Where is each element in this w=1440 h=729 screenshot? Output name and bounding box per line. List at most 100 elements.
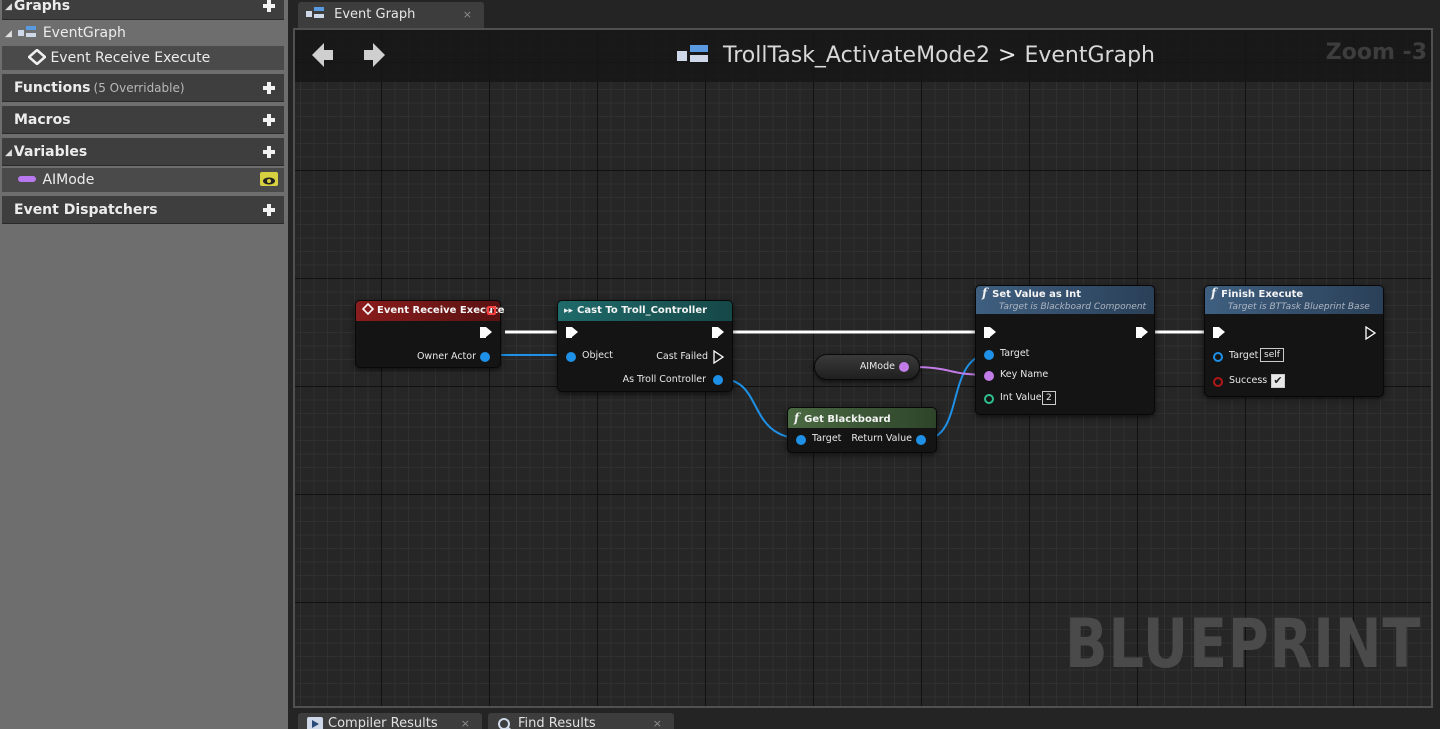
event-dispatchers-label: Event Dispatchers (14, 202, 158, 218)
pin-label-success: Success (1229, 375, 1268, 386)
exec-output-pin[interactable] (712, 326, 724, 340)
graph-viewport[interactable]: Event Receive Execute Owner Actor ▸▸ Cast… (293, 28, 1433, 708)
variables-label: Variables (13, 144, 88, 160)
compiler-icon (307, 717, 323, 729)
target-input-pin[interactable] (796, 435, 806, 445)
event-delegate-pin-icon[interactable] (487, 306, 496, 315)
target-input-pin[interactable] (1213, 352, 1223, 362)
breadcrumb: TrollTask_ActivateMode2 > EventGraph (677, 42, 1155, 70)
back-arrow-icon[interactable] (312, 42, 336, 68)
graphs-section-header[interactable]: ◢ Graphs (2, 0, 284, 20)
node-title: Set Value as Int (992, 289, 1081, 300)
eye-icon (263, 177, 275, 185)
add-variable-button[interactable] (260, 143, 278, 161)
close-tab-icon[interactable]: × (461, 713, 470, 729)
node-header[interactable]: f Get Blackboard (788, 408, 936, 428)
exec-output-pin[interactable] (1136, 326, 1148, 340)
breadcrumb-blueprint[interactable]: TrollTask_ActivateMode2 (723, 43, 990, 68)
tree-item-label: EventGraph (42, 25, 126, 41)
blueprint-watermark: BLUEPRINT (1064, 605, 1421, 684)
event-dispatchers-section-header[interactable]: Event Dispatchers (2, 196, 284, 224)
pin-label-owner-actor: Owner Actor (416, 351, 476, 362)
node-set-value-as-int[interactable]: f Set Value as Int Target is Blackboard C… (975, 285, 1155, 415)
expand-triangle-icon[interactable]: ◢ (5, 2, 12, 12)
event-graph-icon (306, 7, 324, 18)
target-input-pin[interactable] (984, 350, 994, 360)
forward-arrow-icon[interactable] (364, 42, 388, 68)
graph-editor-area: Event Graph × Event Receive Execute Owne… (288, 0, 1440, 729)
add-event-dispatcher-button[interactable] (260, 201, 278, 219)
pin-label-target: Target (1000, 348, 1030, 359)
expand-triangle-icon[interactable]: ◢ (5, 148, 12, 158)
functions-label: Functions (14, 80, 91, 96)
variable-type-pill-icon (18, 176, 36, 182)
exec-input-pin[interactable] (566, 326, 578, 340)
aimode-output-pin[interactable] (899, 362, 909, 372)
zoom-level: Zoom -3 (1325, 40, 1427, 65)
node-header[interactable]: f Finish Execute Target is BTTask Bluepri… (1205, 286, 1383, 314)
success-checkbox[interactable]: ✔ (1271, 374, 1285, 388)
pin-label-as-troll-controller: As Troll Controller (622, 374, 706, 385)
node-finish-execute[interactable]: f Finish Execute Target is BTTask Bluepri… (1204, 285, 1384, 397)
add-graph-button[interactable] (260, 0, 278, 15)
pin-label-int-value: Int Value (1000, 392, 1042, 403)
node-title: Cast To Troll_Controller (577, 305, 708, 316)
exec-output-pin[interactable] (480, 326, 492, 340)
node-header[interactable]: f Set Value as Int Target is Blackboard C… (976, 286, 1154, 314)
pin-label-object: Object (582, 350, 613, 361)
variables-section-header[interactable]: ◢ Variables (2, 138, 284, 166)
close-tab-icon[interactable]: × (463, 2, 472, 28)
node-header[interactable]: Event Receive Execute (356, 301, 505, 321)
int-value-field[interactable]: 2 (1042, 391, 1056, 405)
node-event-receive-execute[interactable]: Event Receive Execute Owner Actor (355, 300, 505, 368)
graph-header-bar: TrollTask_ActivateMode2 > EventGraph Zoom … (295, 30, 1431, 82)
owner-actor-pin[interactable] (480, 352, 490, 362)
function-icon: f (982, 286, 988, 300)
tab-find-results[interactable]: Find Results × (488, 713, 674, 729)
exec-input-pin[interactable] (1213, 326, 1225, 340)
int-value-input-pin[interactable] (984, 394, 994, 404)
blueprint-graph-icon (677, 45, 708, 62)
exec-input-pin[interactable] (984, 326, 996, 340)
object-input-pin[interactable] (566, 352, 576, 362)
tab-event-graph[interactable]: Event Graph × (298, 2, 484, 29)
tab-label: Event Graph (334, 7, 416, 22)
tree-item-eventgraph[interactable]: ◢ EventGraph (2, 21, 284, 45)
node-title: Get Blackboard (804, 414, 891, 425)
tab-compiler-results[interactable]: Compiler Results × (298, 713, 482, 729)
close-tab-icon[interactable]: × (653, 713, 662, 729)
success-input-pin[interactable] (1213, 377, 1223, 387)
node-cast-to-troll-controller[interactable]: ▸▸ Cast To Troll_Controller Object Cast F… (557, 300, 733, 392)
variable-name: AIMode (859, 361, 895, 372)
function-icon: f (1211, 286, 1217, 300)
return-value-pin[interactable] (916, 435, 926, 445)
add-macro-button[interactable] (260, 111, 278, 129)
exec-output-pin-hollow[interactable] (1365, 326, 1377, 340)
exec-output-pin-hollow[interactable] (713, 350, 725, 364)
target-self-field[interactable]: self (1260, 348, 1284, 362)
node-aimode-getter[interactable]: AIMode (814, 354, 920, 380)
node-title: Event Receive Execute (377, 305, 505, 316)
event-diamond-icon (27, 48, 47, 66)
pin-label-return-value: Return Value (851, 433, 912, 444)
variable-item-aimode[interactable]: AIMode (2, 168, 284, 192)
tree-item-event-receive-execute[interactable]: Event Receive Execute (2, 46, 284, 70)
breadcrumb-graph[interactable]: EventGraph (1024, 43, 1155, 68)
tab-label: Find Results (518, 716, 596, 729)
add-function-button[interactable] (260, 79, 278, 97)
as-troll-controller-pin[interactable] (713, 375, 723, 385)
node-title: Finish Execute (1221, 289, 1304, 300)
functions-overridable-count: (5 Overridable) (93, 81, 185, 95)
expand-triangle-icon[interactable]: ◢ (5, 29, 12, 39)
functions-section-header[interactable]: Functions (5 Overridable) (2, 74, 284, 102)
search-icon (498, 718, 512, 729)
key-name-input-pin[interactable] (984, 371, 994, 381)
node-get-blackboard[interactable]: f Get Blackboard Target Return Value (787, 407, 937, 453)
node-header[interactable]: ▸▸ Cast To Troll_Controller (558, 301, 732, 321)
node-subtitle: Target is Blackboard Component (999, 302, 1147, 312)
breadcrumb-separator: > (998, 43, 1017, 68)
visibility-eye-icon[interactable] (260, 172, 278, 186)
event-graph-icon (18, 26, 37, 37)
event-diamond-icon (361, 302, 375, 316)
macros-section-header[interactable]: Macros (2, 106, 284, 134)
